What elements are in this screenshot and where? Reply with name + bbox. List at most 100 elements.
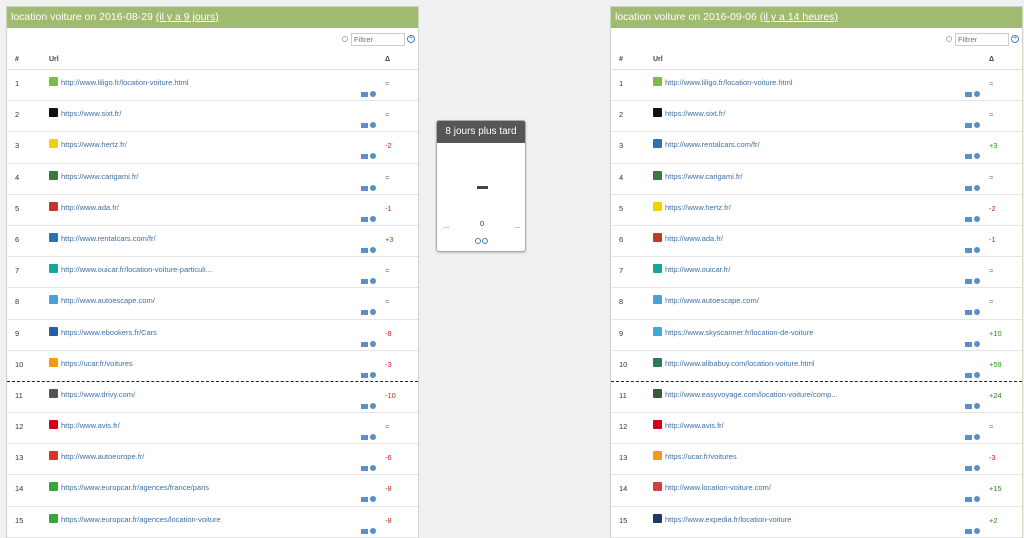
result-url-link[interactable]: https://www.carigami.fr/ <box>665 172 743 181</box>
settings-icon[interactable] <box>370 465 376 472</box>
result-url-link[interactable]: https://www.ebookers.fr/Cars <box>61 328 157 337</box>
add-icon[interactable]: + <box>407 35 415 43</box>
details-icon[interactable] <box>965 247 972 253</box>
details-icon[interactable] <box>965 185 972 191</box>
settings-icon[interactable] <box>370 371 376 378</box>
result-url-link[interactable]: https://www.hertz.fr/ <box>61 140 127 149</box>
settings-icon[interactable] <box>974 340 980 347</box>
result-url-link[interactable]: http://www.autoeurope.fr/ <box>61 452 144 461</box>
details-icon[interactable] <box>965 154 972 160</box>
details-icon[interactable] <box>361 92 368 97</box>
settings-icon[interactable] <box>974 122 980 129</box>
settings-icon[interactable] <box>370 215 376 222</box>
column-header-url[interactable]: Url <box>49 56 59 63</box>
settings-icon[interactable] <box>974 278 980 285</box>
details-icon[interactable] <box>361 403 368 409</box>
right-panel-ago-link[interactable]: (il y a 14 heures) <box>760 11 838 23</box>
left-panel-ago-link[interactable]: (il y a 9 jours) <box>156 11 219 23</box>
result-url-link[interactable]: http://www.avis.fr/ <box>61 421 120 430</box>
help-icon[interactable] <box>946 36 952 42</box>
settings-icon[interactable] <box>370 91 376 97</box>
details-icon[interactable] <box>965 528 972 534</box>
settings-icon[interactable] <box>370 246 376 253</box>
settings-icon[interactable] <box>974 402 980 409</box>
result-url-link[interactable]: https://www.europcar.fr/agences/location… <box>61 515 221 524</box>
settings-icon[interactable] <box>370 153 376 160</box>
details-icon[interactable] <box>965 466 972 472</box>
details-icon[interactable] <box>965 279 972 285</box>
settings-icon[interactable] <box>974 465 980 472</box>
result-url-link[interactable]: https://ucar.fr/voitures <box>665 452 737 461</box>
settings-icon[interactable] <box>974 371 980 378</box>
zoom-out-icon[interactable] <box>482 238 488 244</box>
result-url-link[interactable]: http://www.ouicar.fr/ <box>665 265 730 274</box>
settings-icon[interactable] <box>370 278 376 285</box>
settings-icon[interactable] <box>370 340 376 347</box>
settings-icon[interactable] <box>974 246 980 253</box>
details-icon[interactable] <box>965 341 972 347</box>
details-icon[interactable] <box>965 372 972 378</box>
result-url-link[interactable]: http://www.alibabuy.com/location-voiture… <box>665 359 815 368</box>
details-icon[interactable] <box>361 247 368 253</box>
left-filter-input[interactable] <box>351 33 405 46</box>
result-url-link[interactable]: https://www.skyscanner.fr/location-de-vo… <box>665 328 813 337</box>
column-header-delta[interactable]: Δ <box>989 56 994 63</box>
result-url-link[interactable]: https://www.expedia.fr/location-voiture <box>665 515 791 524</box>
details-icon[interactable] <box>965 310 972 316</box>
add-icon[interactable]: + <box>1011 35 1019 43</box>
details-icon[interactable] <box>361 372 368 378</box>
help-icon[interactable] <box>342 36 348 42</box>
settings-icon[interactable] <box>974 215 980 222</box>
details-icon[interactable] <box>361 497 368 503</box>
result-url-link[interactable]: https://www.europcar.fr/agences/france/p… <box>61 483 209 492</box>
settings-icon[interactable] <box>370 434 376 441</box>
settings-icon[interactable] <box>974 527 980 534</box>
result-url-link[interactable]: http://www.ada.fr/ <box>61 203 119 212</box>
settings-icon[interactable] <box>370 309 376 316</box>
details-icon[interactable] <box>361 185 368 191</box>
result-url-link[interactable]: http://www.autoescape.com/ <box>61 296 155 305</box>
details-icon[interactable] <box>361 341 368 347</box>
right-filter-input[interactable] <box>955 33 1009 46</box>
details-icon[interactable] <box>361 154 368 160</box>
result-url-link[interactable]: http://www.ada.fr/ <box>665 234 723 243</box>
settings-icon[interactable] <box>974 309 980 316</box>
settings-icon[interactable] <box>370 122 376 129</box>
details-icon[interactable] <box>965 92 972 97</box>
settings-icon[interactable] <box>370 402 376 409</box>
settings-icon[interactable] <box>974 434 980 441</box>
details-icon[interactable] <box>361 123 368 129</box>
column-header-num[interactable]: # <box>619 56 623 63</box>
column-header-num[interactable]: # <box>15 56 19 63</box>
details-icon[interactable] <box>361 279 368 285</box>
result-url-link[interactable]: http://www.location-voiture.com/ <box>665 483 771 492</box>
result-url-link[interactable]: http://www.easyvoyage.com/location-voitu… <box>665 390 838 399</box>
settings-icon[interactable] <box>974 91 980 97</box>
result-url-link[interactable]: http://www.liligo.fr/location-voiture.ht… <box>665 78 793 87</box>
details-icon[interactable] <box>965 435 972 441</box>
result-url-link[interactable]: https://www.drivy.com/ <box>61 390 135 399</box>
column-header-url[interactable]: Url <box>653 56 663 63</box>
settings-icon[interactable] <box>370 496 376 503</box>
details-icon[interactable] <box>361 528 368 534</box>
result-url-link[interactable]: https://ucar.fr/voitures <box>61 359 133 368</box>
result-url-link[interactable]: https://www.hertz.fr/ <box>665 203 731 212</box>
details-icon[interactable] <box>965 123 972 129</box>
settings-icon[interactable] <box>974 496 980 503</box>
details-icon[interactable] <box>361 466 368 472</box>
result-url-link[interactable]: http://www.rentalcars.com/fr/ <box>61 234 156 243</box>
details-icon[interactable] <box>965 216 972 222</box>
details-icon[interactable] <box>965 497 972 503</box>
details-icon[interactable] <box>361 435 368 441</box>
result-url-link[interactable]: http://www.avis.fr/ <box>665 421 724 430</box>
result-url-link[interactable]: https://www.carigami.fr/ <box>61 172 139 181</box>
result-url-link[interactable]: http://www.ouicar.fr/location-voiture-pa… <box>61 265 212 274</box>
zoom-in-icon[interactable] <box>475 238 481 244</box>
details-icon[interactable] <box>965 403 972 409</box>
settings-icon[interactable] <box>974 184 980 191</box>
settings-icon[interactable] <box>370 184 376 191</box>
details-icon[interactable] <box>361 216 368 222</box>
result-url-link[interactable]: http://www.liligo.fr/location-voiture.ht… <box>61 78 189 87</box>
column-header-delta[interactable]: Δ <box>385 56 390 63</box>
result-url-link[interactable]: https://www.sixt.fr/ <box>665 109 725 118</box>
